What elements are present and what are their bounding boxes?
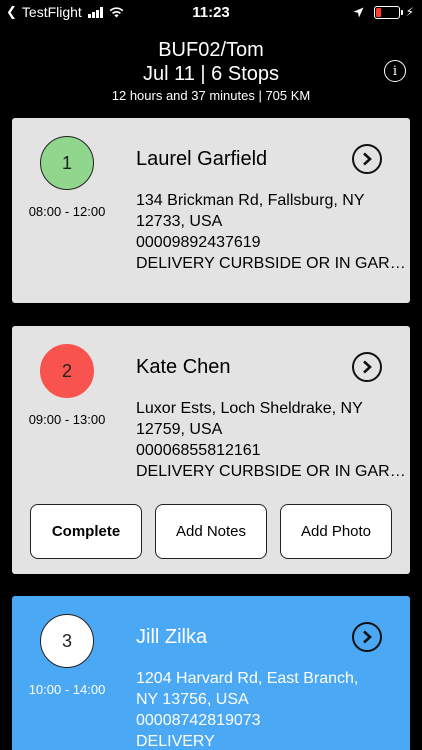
- time-window: 08:00 - 12:00: [28, 204, 106, 219]
- route-header: BUF02/Tom Jul 11 | 6 Stops 12 hours and …: [0, 38, 422, 104]
- address-line2: 12733, USA: [136, 213, 223, 230]
- time-window: 09:00 - 13:00: [28, 412, 106, 427]
- customer-name: Jill Zilka: [136, 626, 208, 648]
- stop-details: 134 Brickman Rd, Fallsburg, NY 12733, US…: [136, 190, 406, 274]
- stop-card[interactable]: 1 08:00 - 12:00 Laurel Garfield 134 Bric…: [12, 118, 410, 303]
- stop-actions: Complete Add Notes Add Photo: [30, 504, 405, 559]
- add-notes-button[interactable]: Add Notes: [155, 504, 267, 559]
- route-subtitle: Jul 11 | 6 Stops: [142, 63, 279, 85]
- stop-card[interactable]: 3 10:00 - 14:00 Jill Zilka 1204 Harvard …: [12, 596, 410, 750]
- info-button[interactable]: i: [384, 60, 406, 82]
- delivery-note: DELIVERY: [136, 733, 215, 750]
- address-line2: 12759, USA: [136, 421, 223, 438]
- time-window: 10:00 - 14:00: [28, 682, 106, 697]
- complete-button[interactable]: Complete: [30, 504, 142, 559]
- route-meta: 12 hours and 37 minutes | 705 KM: [111, 88, 311, 103]
- customer-name: Laurel Garfield: [136, 148, 268, 170]
- stop-number: 3: [61, 630, 72, 651]
- stop-details-button[interactable]: [352, 144, 382, 174]
- route-title: BUF02/Tom: [158, 39, 264, 61]
- customer-name: Kate Chen: [136, 356, 231, 378]
- charging-bolt-icon: ⚡: [405, 5, 414, 19]
- chevron-right-icon: [363, 360, 372, 374]
- stop-number: 1: [61, 152, 72, 173]
- delivery-note: DELIVERY CURBSIDE OR IN GARAGE: [136, 255, 406, 272]
- stop-details: 1204 Harvard Rd, East Branch, NY 13756, …: [136, 668, 406, 750]
- battery-icon: [373, 5, 403, 19]
- chevron-right-icon: [363, 630, 372, 644]
- status-bar: ❮ TestFlight 11:23 ⚡: [0, 0, 422, 24]
- tracking-number: 00008742819073: [136, 712, 261, 729]
- add-photo-button[interactable]: Add Photo: [280, 504, 392, 559]
- stop-number-badge: 1: [40, 136, 94, 190]
- address-line1: 134 Brickman Rd, Fallsburg, NY: [136, 192, 365, 209]
- stop-card[interactable]: 2 09:00 - 13:00 Kate Chen Luxor Ests, Lo…: [12, 326, 410, 574]
- chevron-right-icon: [363, 152, 372, 166]
- tracking-number: 00006855812161: [136, 442, 261, 459]
- delivery-note: DELIVERY CURBSIDE OR IN GARAGE: [136, 463, 406, 480]
- address-line1: Luxor Ests, Loch Sheldrake, NY: [136, 400, 363, 417]
- stop-details: Luxor Ests, Loch Sheldrake, NY 12759, US…: [136, 398, 406, 482]
- stop-number-badge: 2: [40, 344, 94, 398]
- stop-number: 2: [61, 360, 72, 381]
- location-arrow-icon: [353, 7, 364, 17]
- stop-details-button[interactable]: [352, 622, 382, 652]
- status-right: ⚡: [353, 5, 414, 19]
- tracking-number: 00009892437619: [136, 234, 261, 251]
- info-icon: i: [392, 63, 398, 79]
- address-line2: NY 13756, USA: [136, 691, 249, 708]
- stop-details-button[interactable]: [352, 352, 382, 382]
- address-line1: 1204 Harvard Rd, East Branch,: [136, 670, 359, 687]
- stop-number-badge: 3: [40, 614, 94, 668]
